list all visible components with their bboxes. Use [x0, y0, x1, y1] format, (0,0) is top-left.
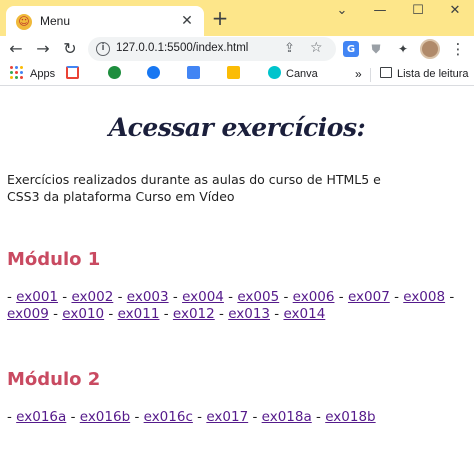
site-info-icon[interactable]: i: [96, 42, 110, 56]
exercise-link-ex018b[interactable]: ex018b: [325, 409, 375, 425]
docs-icon: [187, 66, 200, 79]
link-separator: -: [7, 409, 17, 425]
bookmarks-divider: [370, 68, 371, 82]
link-separator: -: [223, 289, 238, 305]
green-circle-icon: [108, 66, 121, 79]
exercise-link-ex007[interactable]: ex007: [348, 289, 390, 305]
facebook-icon: [147, 66, 160, 79]
exercise-link-ex009[interactable]: ex009: [7, 306, 49, 322]
intro-paragraph: Exercícios realizados durante as aulas d…: [7, 172, 381, 204]
module-1-title: Módulo 1: [7, 249, 101, 270]
bookmark-docs[interactable]: [187, 66, 200, 82]
exercise-link-ex001[interactable]: ex001: [16, 289, 58, 305]
exercise-link-ex017[interactable]: ex017: [206, 409, 248, 425]
link-separator: -: [311, 409, 326, 425]
module-1-exercise-list: - ex001 - ex002 - ex003 - ex004 - ex005 …: [7, 289, 469, 323]
exercise-link-ex003[interactable]: ex003: [127, 289, 169, 305]
exercise-link-ex010[interactable]: ex010: [62, 306, 104, 322]
link-separator: -: [159, 306, 173, 322]
new-tab-icon[interactable]: +: [210, 8, 230, 28]
apps-grid-icon[interactable]: [10, 66, 24, 80]
reading-list-icon: [380, 67, 392, 78]
bookmark-apps[interactable]: Apps: [30, 66, 55, 82]
page-title: Acessar exercícios:: [108, 113, 366, 142]
browser-toolbar: ← → ↻ i 127.0.0.1:5500/index.html ⇪ ☆ G …: [0, 36, 474, 62]
bookmark-slides[interactable]: [227, 66, 240, 82]
link-separator: -: [445, 289, 455, 305]
back-arrow-icon[interactable]: ←: [4, 37, 28, 61]
page-content: Acessar exercícios: Exercícios realizado…: [0, 87, 474, 473]
tab-favicon-icon: ☺: [16, 14, 32, 30]
exercise-link-ex016c[interactable]: ex016c: [144, 409, 193, 425]
link-separator: -: [214, 306, 229, 322]
browser-menu-icon[interactable]: ⋮: [448, 39, 468, 59]
share-icon[interactable]: ⇪: [284, 41, 295, 56]
exercise-link-ex018a[interactable]: ex018a: [262, 409, 312, 425]
profile-avatar[interactable]: [420, 39, 440, 59]
exercise-link-ex006[interactable]: ex006: [293, 289, 335, 305]
canva-icon: [268, 66, 281, 79]
link-separator: -: [48, 306, 63, 322]
tab-close-icon[interactable]: ✕: [178, 12, 196, 30]
exercise-link-ex016b[interactable]: ex016b: [80, 409, 130, 425]
minimize-icon[interactable]: —: [361, 0, 399, 28]
bookmark-canva[interactable]: Canva: [268, 66, 318, 82]
exercise-link-ex005[interactable]: ex005: [237, 289, 279, 305]
bookmark-star-icon[interactable]: ☆: [310, 40, 323, 56]
exercise-link-ex013[interactable]: ex013: [228, 306, 270, 322]
maximize-icon[interactable]: ☐: [399, 0, 437, 28]
reading-list[interactable]: Lista de leitura: [380, 66, 469, 82]
forward-arrow-icon[interactable]: →: [31, 37, 55, 61]
shield-extension-icon[interactable]: ⛊: [367, 40, 385, 58]
link-separator: -: [334, 289, 348, 305]
reload-icon[interactable]: ↻: [58, 37, 82, 61]
browser-titlebar: ☺ Menu ✕ + ⌄ — ☐ ✕: [0, 0, 474, 36]
tab-search-chevron-icon[interactable]: ⌄: [323, 0, 361, 28]
exercise-link-ex012[interactable]: ex012: [173, 306, 215, 322]
link-separator: -: [104, 306, 118, 322]
link-separator: -: [192, 409, 207, 425]
bookmark-green-app[interactable]: [108, 66, 121, 82]
link-separator: -: [248, 409, 262, 425]
module-2-title: Módulo 2: [7, 369, 101, 390]
bookmark-gmail[interactable]: [66, 66, 79, 82]
bookmarks-overflow[interactable]: »: [355, 66, 362, 82]
exercise-link-ex002[interactable]: ex002: [71, 289, 113, 305]
close-window-icon[interactable]: ✕: [436, 0, 474, 28]
tab-title: Menu: [40, 14, 71, 28]
translate-extension-icon[interactable]: G: [343, 41, 359, 57]
exercise-link-ex004[interactable]: ex004: [182, 289, 224, 305]
browser-tab[interactable]: ☺ Menu ✕: [6, 6, 204, 36]
module-2-exercise-list: - ex016a - ex016b - ex016c - ex017 - ex0…: [7, 409, 469, 426]
link-separator: -: [58, 289, 72, 305]
address-bar[interactable]: i 127.0.0.1:5500/index.html ⇪ ☆: [88, 37, 336, 61]
link-separator: -: [389, 289, 404, 305]
link-separator: -: [270, 306, 284, 322]
link-separator: -: [130, 409, 144, 425]
slides-icon: [227, 66, 240, 79]
exercise-link-ex008[interactable]: ex008: [403, 289, 445, 305]
link-separator: -: [66, 409, 80, 425]
exercise-link-ex014[interactable]: ex014: [283, 306, 325, 322]
exercise-link-ex016a[interactable]: ex016a: [16, 409, 66, 425]
reading-list-label: Lista de leitura: [397, 68, 469, 80]
link-separator: -: [168, 289, 183, 305]
exercise-link-ex011[interactable]: ex011: [118, 306, 160, 322]
link-separator: -: [279, 289, 293, 305]
gmail-icon: [66, 66, 79, 79]
bookmark-canva-label: Canva: [286, 68, 318, 80]
bookmark-facebook[interactable]: [147, 66, 160, 82]
url-text[interactable]: 127.0.0.1:5500/index.html: [116, 42, 248, 54]
link-separator: -: [113, 289, 127, 305]
extensions-puzzle-icon[interactable]: ✦: [394, 40, 412, 58]
link-separator: -: [7, 289, 17, 305]
